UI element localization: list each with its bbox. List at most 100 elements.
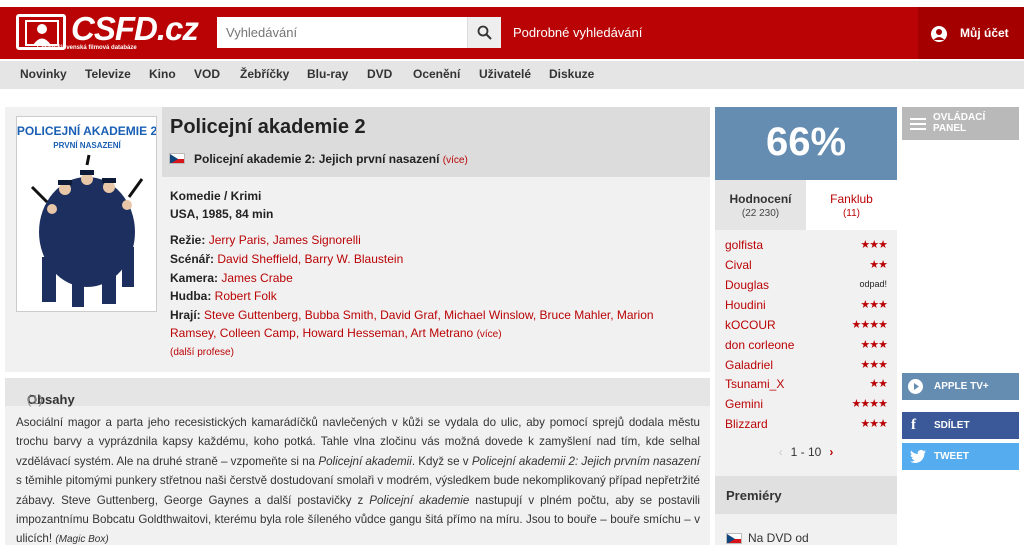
rater-stars: ★★★★: [851, 319, 888, 331]
rater-row: Tsunami_X ★★: [725, 375, 888, 395]
rater-name[interactable]: Blizzard: [725, 417, 768, 431]
play-icon: [908, 379, 923, 394]
prev-page-icon[interactable]: ‹: [779, 445, 783, 459]
czech-flag-icon: [169, 153, 185, 164]
control-panel-button[interactable]: OVLÁDACÍ PANEL: [902, 107, 1019, 140]
rater-row: don corleone ★★★: [725, 336, 888, 356]
account-button[interactable]: Můj účet: [918, 7, 1024, 59]
control-panel-label-line1: OVLÁDACÍ: [933, 112, 986, 123]
credit-names[interactable]: Jerry Paris, James Signorelli: [209, 233, 361, 247]
film-poster[interactable]: POLICEJNÍ AKADEMIE 2 PRVNÍ NASAZENÍ: [16, 116, 157, 312]
poster-title: POLICEJNÍ AKADEMIE 2: [17, 123, 157, 138]
credit-names[interactable]: Steve Guttenberg, Bubba Smith, David Gra…: [204, 308, 654, 322]
alt-title-more-link[interactable]: (více): [443, 155, 468, 166]
facebook-share-button[interactable]: f SDÍLET: [902, 412, 1019, 439]
search-input[interactable]: [217, 17, 467, 48]
tweet-button[interactable]: TWEET: [902, 443, 1019, 470]
rater-stars: ★★★: [860, 359, 888, 371]
plot-italic: Policejní akademii: [318, 454, 412, 468]
rater-name[interactable]: Galadriel: [725, 358, 773, 372]
rater-name[interactable]: Tsunami_X: [725, 377, 784, 391]
film-title: Policejní akademie 2: [170, 116, 366, 138]
credit-names[interactable]: Robert Folk: [215, 289, 277, 303]
poster-subtitle: PRVNÍ NASAZENÍ: [53, 141, 121, 150]
nav-item-zebricky[interactable]: Žebříčky: [240, 67, 289, 81]
share-label: SDÍLET: [934, 420, 970, 431]
credit-names[interactable]: Ramsey, Colleen Camp, Howard Hesseman, A…: [170, 326, 473, 340]
advanced-search-link[interactable]: Podrobné vyhledávání: [513, 25, 642, 40]
pager-range: 1 - 10: [790, 445, 822, 459]
film-info: POLICEJNÍ AKADEMIE 2 PRVNÍ NASAZENÍ Poli…: [5, 107, 710, 372]
rater-name[interactable]: Houdini: [725, 298, 766, 312]
tab-fanclub[interactable]: Fanklub (11): [806, 180, 897, 230]
rater-stars: ★★: [869, 259, 888, 271]
logo-subtitle: Česko-Slovenská filmová databáze: [37, 45, 137, 51]
nav-item-bluray[interactable]: Blu-ray: [307, 67, 348, 81]
rater-name[interactable]: Douglas: [725, 278, 769, 292]
tab-ratings-count: (22 230): [741, 208, 780, 219]
rater-name[interactable]: golfista: [725, 238, 763, 252]
account-label: Můj účet: [960, 26, 1009, 40]
rating-pager: ‹ 1 - 10 ›: [715, 445, 897, 459]
main-nav: Novinky Televize Kino VOD Žebříčky Blu-r…: [0, 61, 1024, 89]
logo-text: CSFD.cz: [71, 10, 199, 47]
tab-ratings-label: Hodnocení: [729, 192, 792, 206]
plot-section: Obsahy (1) Asociální magor a parta jeho …: [5, 378, 710, 545]
search-button[interactable]: [467, 17, 501, 48]
facebook-icon: f: [911, 417, 916, 433]
nav-item-novinky[interactable]: Novinky: [20, 67, 67, 81]
rater-name[interactable]: Gemini: [725, 397, 763, 411]
twitter-icon: [910, 450, 926, 463]
search-box: [217, 17, 501, 48]
rater-trash-label: odpad!: [859, 279, 887, 289]
tab-fanclub-count: (11): [842, 208, 861, 219]
rater-name[interactable]: don corleone: [725, 338, 794, 352]
credit-label: Kamera:: [170, 271, 219, 285]
cast-more-link[interactable]: (více): [477, 329, 502, 340]
nav-item-televize[interactable]: Televize: [85, 67, 131, 81]
premieres-heading: Premiéry: [726, 488, 782, 503]
site-logo[interactable]: CSFD.cz Česko-Slovenská filmová databáze: [13, 10, 199, 54]
plot-header: Obsahy (1): [5, 378, 710, 407]
nav-item-dvd[interactable]: DVD: [367, 67, 392, 81]
nav-item-uzivatele[interactable]: Uživatelé: [479, 67, 531, 81]
credit-names[interactable]: James Crabe: [221, 271, 292, 285]
film-origin: USA, 1985, 84 min: [170, 207, 274, 221]
premieres-header: Premiéry: [715, 476, 897, 514]
rater-row: kOCOUR ★★★★: [725, 316, 888, 336]
premiere-row: Na DVD od: [748, 531, 809, 545]
plot-count: (1): [27, 392, 43, 407]
credit-label: Režie:: [170, 233, 206, 247]
rater-stars: ★★★: [860, 299, 888, 311]
nav-item-vod[interactable]: VOD: [194, 67, 220, 81]
premieres-section: Premiéry Na DVD od: [715, 476, 897, 545]
film-alt-title: Policejní akademie 2: Jejich první nasaz…: [194, 152, 468, 166]
nav-item-kino[interactable]: Kino: [149, 67, 176, 81]
tweet-label: TWEET: [934, 451, 969, 462]
credit-label: Hudba:: [170, 289, 212, 303]
rating-average: 66%: [715, 107, 897, 180]
rater-name[interactable]: Cival: [725, 258, 752, 272]
rater-row: Galadriel ★★★: [725, 356, 888, 376]
rater-stars: ★★★★: [851, 398, 888, 410]
rater-stars: ★★★: [860, 339, 888, 351]
tab-ratings[interactable]: Hodnocení (22 230): [715, 180, 806, 230]
plot-part: . Když se v: [411, 454, 472, 468]
film-genre: Komedie / Krimi: [170, 189, 262, 203]
rater-stars: ★★★: [860, 418, 888, 430]
rater-row: Blizzard ★★★: [725, 415, 888, 435]
rating-percent: 66%: [765, 120, 847, 164]
more-professions-link[interactable]: (další profese): [170, 347, 234, 358]
credit-names[interactable]: David Sheffield, Barry W. Blaustein: [217, 252, 403, 266]
credit-cast-line2: Ramsey, Colleen Camp, Howard Hesseman, A…: [170, 326, 502, 340]
plot-italic: Policejní akademie: [369, 493, 470, 507]
nav-item-diskuze[interactable]: Diskuze: [549, 67, 594, 81]
menu-icon: [910, 118, 926, 130]
apple-tv-button[interactable]: APPLE TV+: [902, 373, 1019, 400]
plot-source: (Magic Box): [55, 534, 109, 546]
rater-name[interactable]: kOCOUR: [725, 318, 776, 332]
next-page-icon[interactable]: ›: [829, 445, 833, 459]
credit-label: Hrají:: [170, 308, 201, 322]
nav-item-oceneni[interactable]: Ocenění: [413, 67, 460, 81]
rater-stars: ★★: [869, 378, 888, 390]
